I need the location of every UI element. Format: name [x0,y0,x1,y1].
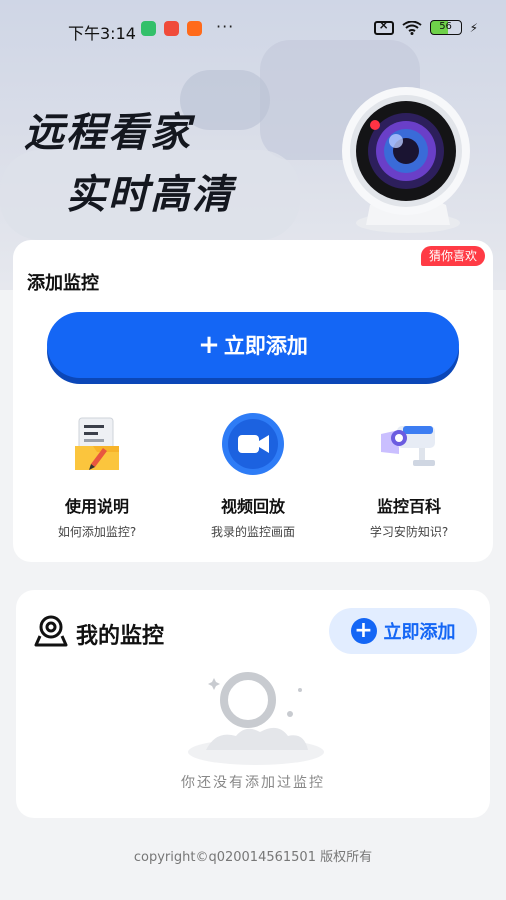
feature-title: 视频回放 [220,497,285,516]
plus-icon: + [198,330,220,360]
video-icon [222,413,284,475]
app-notification-icon [164,21,179,36]
empty-state-text: 你还没有添加过监控 [181,775,325,791]
slogan-line-2: 实时高清 [66,172,234,218]
wifi-icon [401,20,422,35]
feature-title: 监控百科 [376,497,441,516]
empty-state-illustration [188,672,324,765]
add-monitor-button[interactable]: + 立即添加 [329,608,477,654]
security-camera-illustration [342,87,470,233]
feature-video-playback[interactable]: 视频回放 我录的监控画面 [183,412,323,540]
my-monitor-card: 我的监控 + 立即添加 你还没有添加过监控 [16,590,490,818]
webcam-icon [34,615,68,647]
add-now-button[interactable]: + 立即添加 [47,312,459,378]
add-monitor-card: 猜你喜欢 添加监控 + 立即添加 使用说明 如何添加监控? 视频回放 我录的监控… [13,240,493,562]
status-bar: 下午3:14 ··· 56 ⚡ [0,0,506,60]
wechat-notification-icon [141,21,156,36]
charging-icon: ⚡ [469,20,478,35]
slogan-line-1: 远程看家 [24,110,192,156]
add-now-label: 立即添加 [223,334,308,358]
feature-subtitle: 如何添加监控? [57,525,137,539]
no-sim-icon [373,18,394,35]
manual-icon [75,417,119,470]
my-monitor-title: 我的监控 [76,624,165,649]
copyright-text: copyright©q020014561501 版权所有 [133,850,373,865]
feature-subtitle: 学习安防知识? [369,525,449,539]
battery-icon: 56 [429,20,462,35]
banner-background-shape [180,70,270,130]
feature-subtitle: 我录的监控画面 [210,525,295,539]
recommend-tag[interactable]: 猜你喜欢 [420,246,485,266]
feature-title: 使用说明 [64,497,129,516]
add-monitor-title: 添加监控 [27,273,99,294]
add-monitor-label: 立即添加 [383,622,456,643]
feature-encyclopedia[interactable]: 监控百科 学习安防知识? [339,412,479,540]
feature-manual[interactable]: 使用说明 如何添加监控? [27,412,167,540]
status-time: 下午3:14 [68,24,136,43]
plus-circle-icon: + [350,618,377,644]
more-notifications-icon: ··· [216,17,235,36]
taobao-notification-icon [187,21,202,36]
camera-icon [381,426,435,466]
